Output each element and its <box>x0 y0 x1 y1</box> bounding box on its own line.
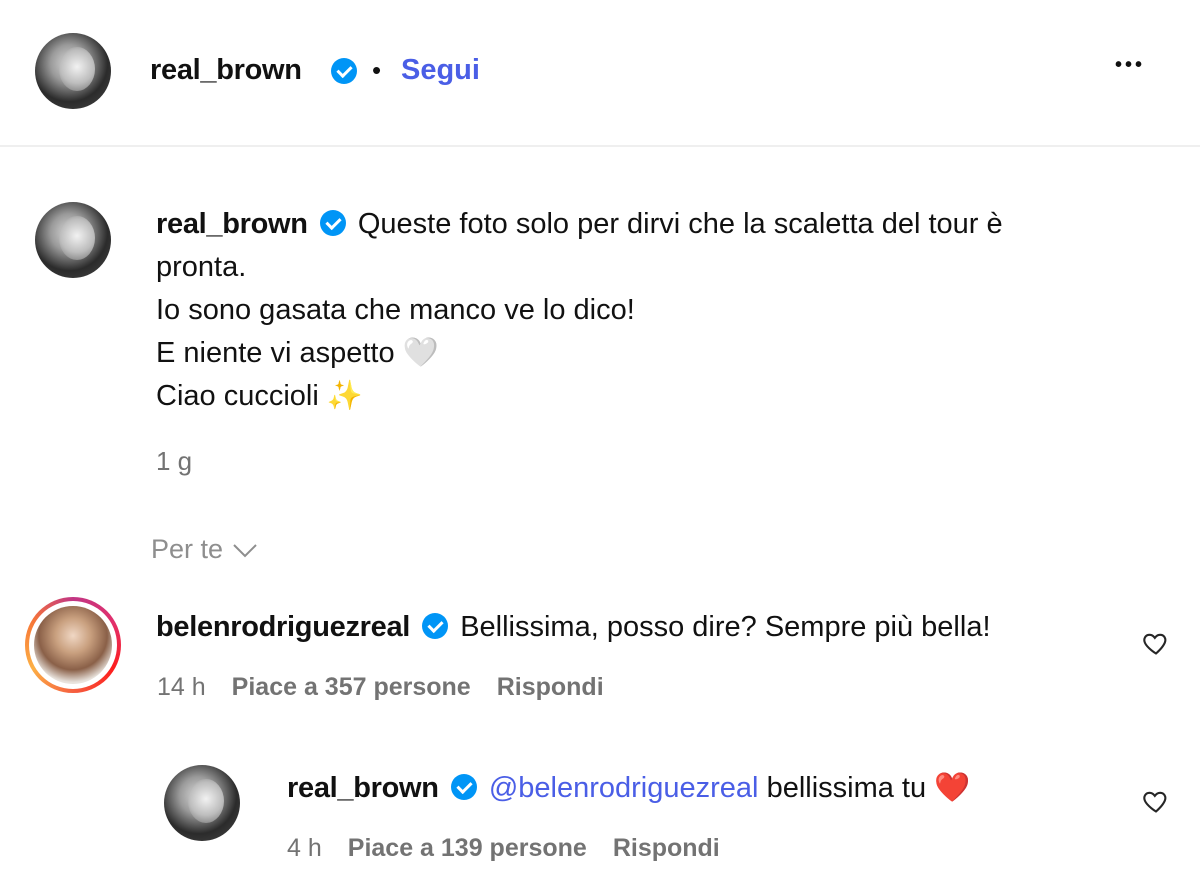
header-separator: • <box>372 55 382 85</box>
verified-badge-icon <box>319 210 346 236</box>
comment-avatar-ring[interactable] <box>25 597 121 693</box>
caption-avatar[interactable] <box>35 202 111 278</box>
caption-text-line1: Queste foto solo per dirvi che la scalet… <box>357 208 1003 240</box>
caption-text-line4: E niente vi aspetto <box>156 337 395 369</box>
chevron-down-icon <box>233 543 257 557</box>
caption-block: real_brown Queste foto solo per dirvi ch… <box>156 203 1156 418</box>
caption-time: 1 g <box>156 446 193 476</box>
reply-avatar[interactable] <box>164 765 240 841</box>
reply-button[interactable]: Rispondi <box>497 673 604 702</box>
heart-emoji: ❤️ <box>934 772 971 804</box>
verified-badge-icon <box>450 774 477 800</box>
comment-text: Bellissima, posso dire? Sempre più bella… <box>460 611 991 643</box>
comment-likes[interactable]: Piace a 357 persone <box>232 673 471 702</box>
comment-avatar <box>34 606 112 684</box>
caption-line-5: Ciao cuccioli ✨ <box>156 375 1156 418</box>
sort-dropdown[interactable]: Per te <box>151 534 259 565</box>
comment-meta: 14 h Piace a 357 persone Rispondi <box>157 673 604 702</box>
caption-text-line2: pronta. <box>156 251 247 283</box>
story-ring-inner <box>29 601 117 689</box>
reply-username[interactable]: real_brown <box>287 772 439 804</box>
avatar-face <box>59 216 95 260</box>
white-heart-emoji: 🤍 <box>402 337 439 369</box>
caption-line-4: E niente vi aspetto 🤍 <box>156 332 1156 375</box>
sort-label: Per te <box>151 534 224 564</box>
reply-meta: 4 h Piace a 139 persone Rispondi <box>287 834 720 863</box>
follow-button[interactable]: Segui <box>401 54 480 87</box>
reply-likes[interactable]: Piace a 139 persone <box>348 834 587 863</box>
reply-mention-link[interactable]: @belenrodriguezreal <box>489 772 759 804</box>
comment-body: belenrodriguezreal Bellissima, posso dir… <box>156 606 1116 649</box>
header-username[interactable]: real_brown <box>150 54 302 87</box>
verified-badge-icon <box>422 613 449 639</box>
caption-text-line3: Io sono gasata che manco ve lo dico! <box>156 294 635 326</box>
comment-username[interactable]: belenrodriguezreal <box>156 611 410 643</box>
avatar-face <box>59 47 95 91</box>
caption-text-line5: Ciao cuccioli <box>156 380 319 412</box>
comment-time: 14 h <box>157 673 206 701</box>
reply-reply-button[interactable]: Rispondi <box>613 834 720 863</box>
like-heart-icon[interactable] <box>1142 787 1170 815</box>
sparkles-emoji: ✨ <box>326 380 363 412</box>
caption-username[interactable]: real_brown <box>156 208 308 240</box>
caption-line-1: real_brown Queste foto solo per dirvi ch… <box>156 203 1156 246</box>
more-options-icon[interactable]: ••• <box>1115 54 1145 77</box>
reply-text: bellissima tu <box>766 772 927 804</box>
reply-body: real_brown @belenrodriguezreal bellissim… <box>287 767 1117 810</box>
header-avatar[interactable] <box>35 33 111 109</box>
like-heart-icon[interactable] <box>1142 629 1170 657</box>
reply-time: 4 h <box>287 834 322 862</box>
verified-badge-icon <box>331 58 357 84</box>
avatar-face <box>188 779 224 823</box>
post-header: real_brown • Segui ••• <box>0 0 1200 147</box>
